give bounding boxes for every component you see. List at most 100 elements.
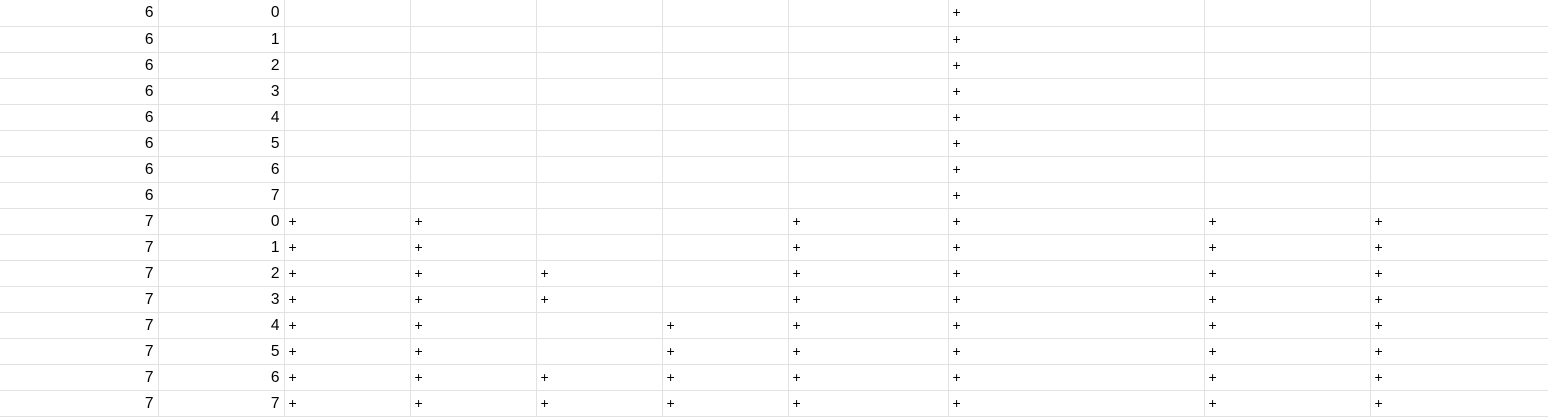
cell-mark[interactable]: + (662, 338, 789, 365)
cell-mark[interactable] (788, 52, 949, 79)
cell-mark[interactable] (410, 78, 537, 105)
cell-group[interactable]: 6 (0, 78, 159, 105)
cell-group[interactable]: 7 (0, 208, 159, 235)
cell-mark[interactable]: + (788, 312, 949, 339)
cell-mark[interactable]: + (410, 234, 537, 261)
cell-mark[interactable] (536, 312, 663, 339)
cell-mark[interactable] (536, 0, 663, 27)
cell-mark[interactable] (662, 156, 789, 183)
cell-mark[interactable]: + (284, 390, 411, 417)
cell-mark[interactable]: + (284, 286, 411, 313)
cell-mark[interactable]: + (948, 182, 1205, 209)
cell-mark[interactable] (536, 156, 663, 183)
cell-index[interactable]: 4 (158, 312, 285, 339)
cell-mark[interactable]: + (1370, 312, 1548, 339)
cell-mark[interactable]: + (284, 338, 411, 365)
cell-mark[interactable] (410, 26, 537, 53)
cell-mark[interactable] (536, 130, 663, 157)
cell-mark[interactable]: + (948, 260, 1205, 287)
cell-index[interactable]: 2 (158, 260, 285, 287)
cell-mark[interactable] (1370, 52, 1548, 79)
cell-mark[interactable]: + (788, 260, 949, 287)
cell-mark[interactable]: + (788, 234, 949, 261)
cell-mark[interactable] (536, 208, 663, 235)
cell-mark[interactable] (1204, 26, 1371, 53)
cell-mark[interactable]: + (284, 312, 411, 339)
cell-mark[interactable] (662, 0, 789, 27)
cell-mark[interactable]: + (284, 260, 411, 287)
cell-mark[interactable]: + (948, 0, 1205, 27)
cell-mark[interactable] (410, 104, 537, 131)
cell-mark[interactable] (284, 130, 411, 157)
cell-mark[interactable] (284, 182, 411, 209)
cell-mark[interactable]: + (948, 312, 1205, 339)
cell-mark[interactable]: + (948, 286, 1205, 313)
cell-mark[interactable] (1370, 182, 1548, 209)
cell-mark[interactable]: + (662, 364, 789, 391)
cell-mark[interactable]: + (1370, 286, 1548, 313)
cell-mark[interactable] (284, 26, 411, 53)
cell-index[interactable]: 0 (158, 208, 285, 235)
cell-mark[interactable]: + (1204, 312, 1371, 339)
cell-index[interactable]: 3 (158, 78, 285, 105)
cell-mark[interactable]: + (410, 390, 537, 417)
cell-mark[interactable] (284, 156, 411, 183)
cell-mark[interactable] (536, 26, 663, 53)
cell-mark[interactable] (536, 104, 663, 131)
cell-mark[interactable]: + (410, 312, 537, 339)
cell-mark[interactable] (662, 52, 789, 79)
cell-group[interactable]: 6 (0, 130, 159, 157)
cell-mark[interactable] (1204, 52, 1371, 79)
cell-mark[interactable] (284, 78, 411, 105)
cell-mark[interactable]: + (1370, 260, 1548, 287)
cell-mark[interactable]: + (662, 390, 789, 417)
cell-mark[interactable]: + (1204, 364, 1371, 391)
cell-group[interactable]: 6 (0, 104, 159, 131)
cell-mark[interactable] (788, 0, 949, 27)
cell-group[interactable]: 6 (0, 156, 159, 183)
cell-mark[interactable] (662, 104, 789, 131)
cell-mark[interactable]: + (284, 234, 411, 261)
cell-mark[interactable] (662, 182, 789, 209)
cell-mark[interactable]: + (410, 260, 537, 287)
cell-mark[interactable] (662, 286, 789, 313)
cell-mark[interactable]: + (948, 338, 1205, 365)
cell-mark[interactable]: + (948, 390, 1205, 417)
cell-mark[interactable] (410, 52, 537, 79)
cell-mark[interactable]: + (536, 260, 663, 287)
cell-mark[interactable]: + (284, 208, 411, 235)
cell-index[interactable]: 0 (158, 0, 285, 27)
cell-group[interactable]: 6 (0, 26, 159, 53)
cell-group[interactable]: 7 (0, 234, 159, 261)
cell-mark[interactable]: + (1370, 364, 1548, 391)
cell-mark[interactable]: + (948, 26, 1205, 53)
cell-mark[interactable] (1370, 130, 1548, 157)
cell-mark[interactable] (662, 260, 789, 287)
cell-mark[interactable]: + (788, 208, 949, 235)
cell-mark[interactable]: + (1370, 208, 1548, 235)
cell-mark[interactable] (1370, 78, 1548, 105)
cell-mark[interactable]: + (1204, 260, 1371, 287)
cell-mark[interactable]: + (788, 286, 949, 313)
cell-group[interactable]: 7 (0, 312, 159, 339)
cell-mark[interactable]: + (1204, 286, 1371, 313)
cell-group[interactable]: 7 (0, 338, 159, 365)
cell-mark[interactable] (536, 182, 663, 209)
cell-index[interactable]: 4 (158, 104, 285, 131)
cell-mark[interactable] (284, 0, 411, 27)
cell-mark[interactable]: + (948, 156, 1205, 183)
cell-mark[interactable] (788, 130, 949, 157)
cell-mark[interactable] (662, 26, 789, 53)
cell-group[interactable]: 7 (0, 364, 159, 391)
cell-mark[interactable]: + (788, 338, 949, 365)
cell-mark[interactable] (1204, 156, 1371, 183)
cell-mark[interactable] (788, 104, 949, 131)
cell-mark[interactable] (662, 234, 789, 261)
cell-index[interactable]: 7 (158, 390, 285, 417)
cell-mark[interactable] (1204, 104, 1371, 131)
cell-mark[interactable] (662, 130, 789, 157)
cell-mark[interactable]: + (948, 52, 1205, 79)
cell-mark[interactable]: + (948, 234, 1205, 261)
cell-mark[interactable]: + (284, 364, 411, 391)
cell-mark[interactable]: + (410, 286, 537, 313)
